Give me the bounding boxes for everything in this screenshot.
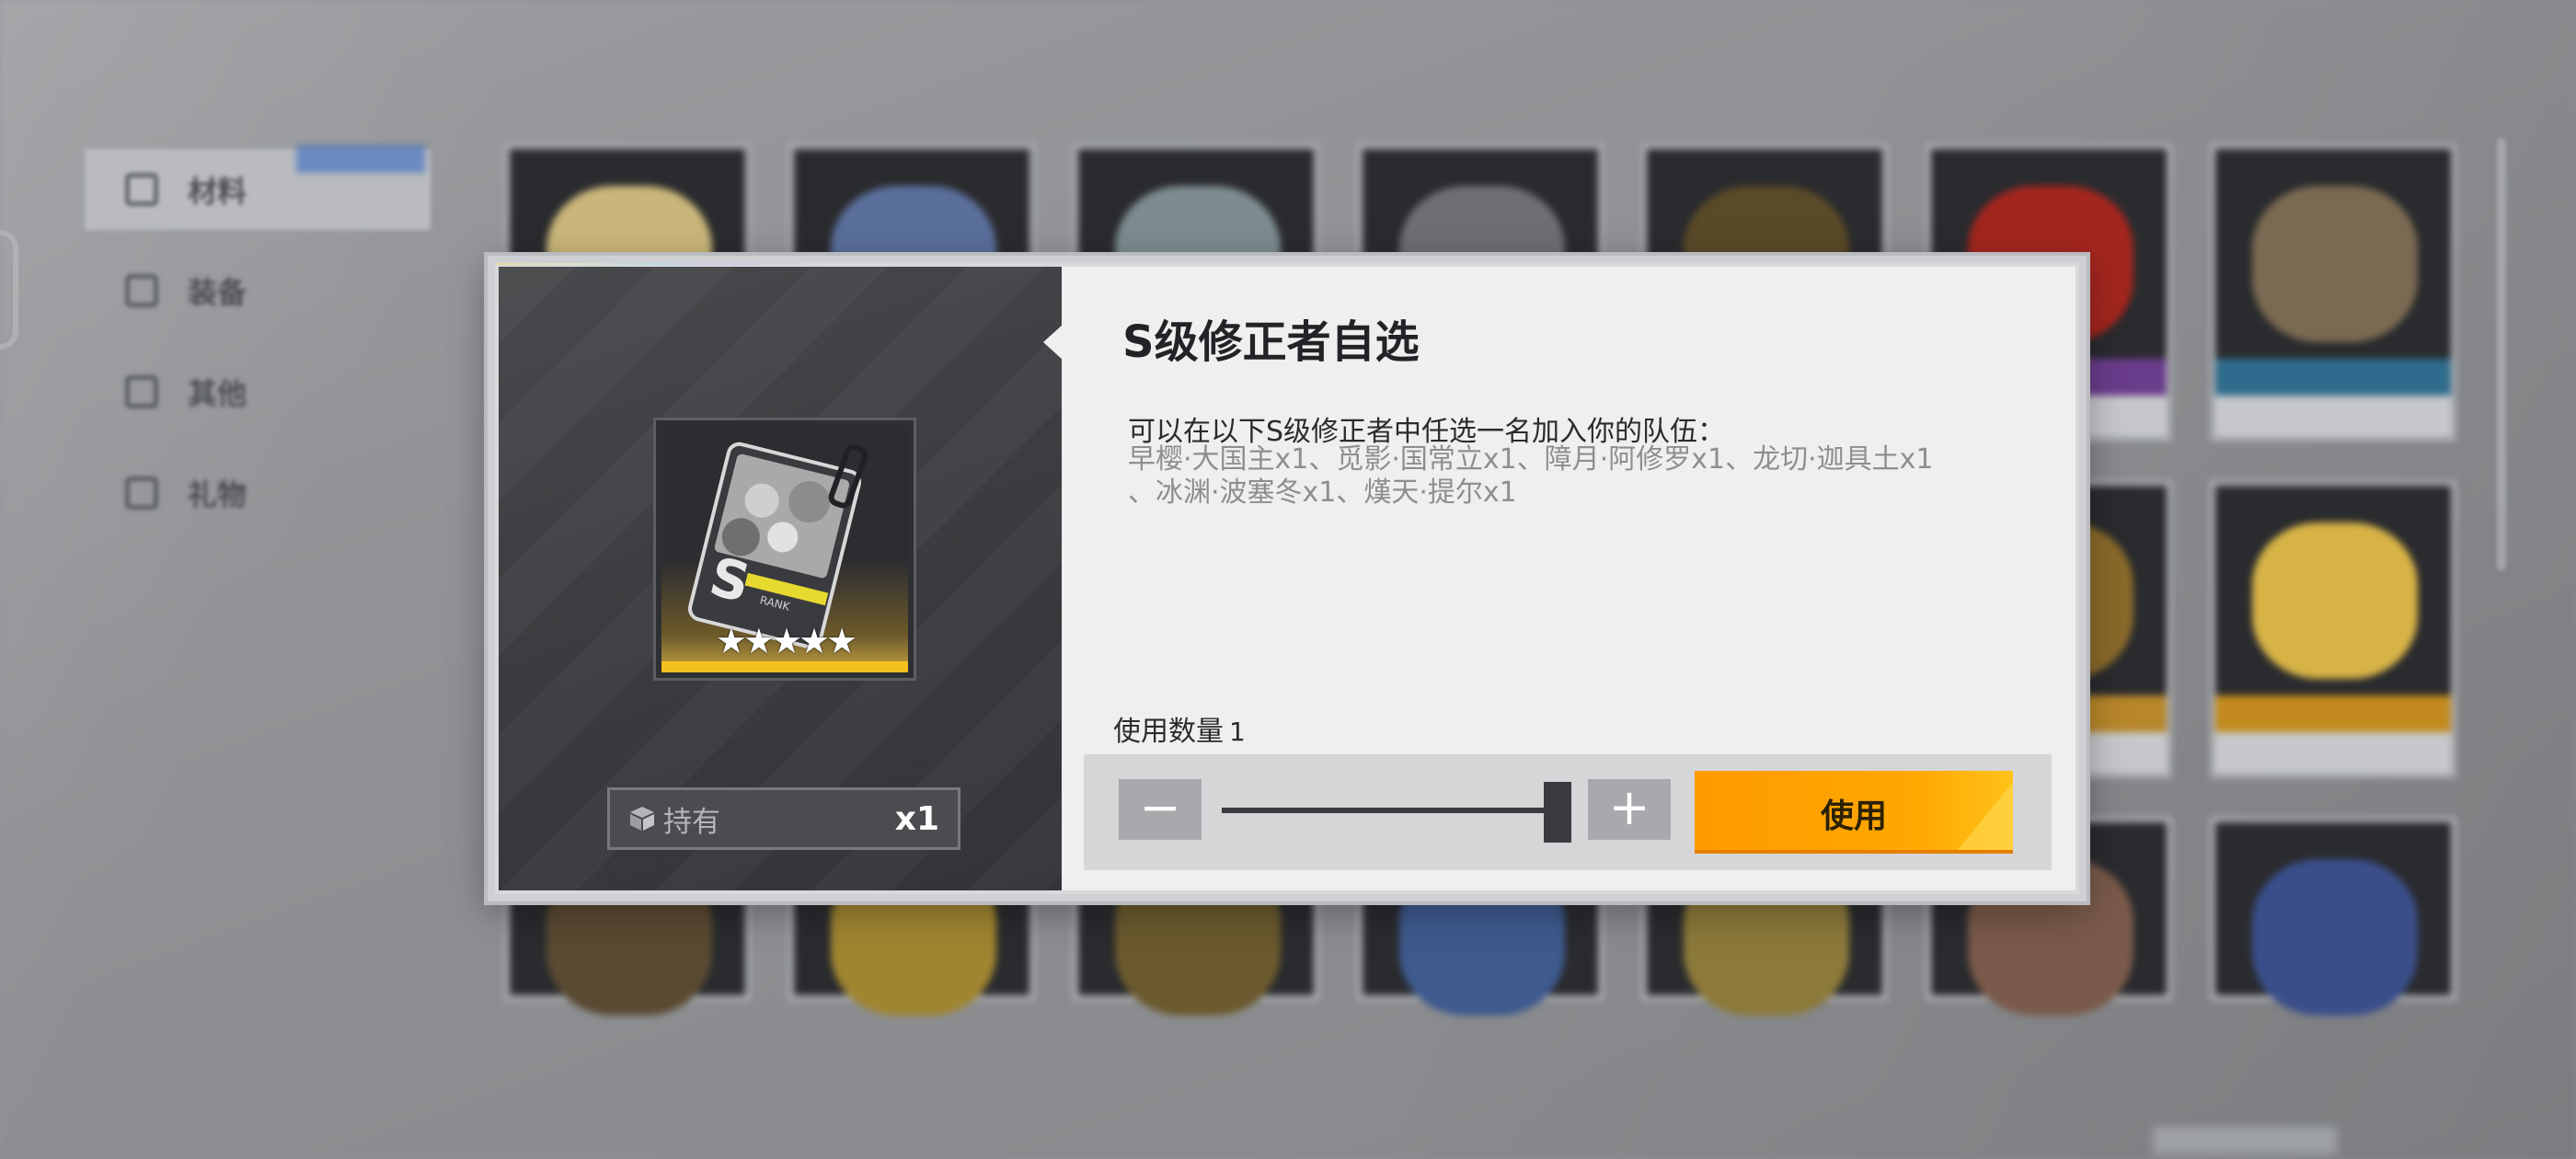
gift-icon <box>125 476 158 510</box>
materials-icon <box>125 173 158 206</box>
side-nav-item-other[interactable]: 其他 <box>85 351 431 432</box>
panel-pointer <box>1043 324 1064 361</box>
options-line: 、冰渊·波塞冬x1、熯天·提尔x1 <box>1128 476 1517 509</box>
side-nav-label: 材料 <box>188 174 247 209</box>
owned-label: 持有 <box>663 805 720 839</box>
inventory-side-nav: 材料 装备 其他 礼物 <box>85 145 431 554</box>
equipment-icon <box>125 274 158 307</box>
increase-button[interactable]: + <box>1588 779 1671 840</box>
quantity-controls: − + 使用 <box>1084 754 2052 870</box>
rarity-line <box>661 661 908 672</box>
quantity-slider[interactable] <box>1222 808 1549 813</box>
slider-handle[interactable] <box>1544 782 1571 843</box>
side-nav-label: 其他 <box>188 376 247 411</box>
item-preview-panel: S RANK ★★★★★ 持有 x1 <box>499 267 1062 890</box>
item-options-list: 早樱·大国主x1、觅影·国常立x1、障月·阿修罗x1、龙切·迦具土x1 、冰渊·… <box>1128 443 2030 510</box>
s-rank-card-icon: S RANK ★★★★★ <box>661 426 908 672</box>
quantity-label-row: 使用数量 1 <box>1113 708 1246 749</box>
inventory-tile[interactable] <box>2210 143 2456 442</box>
side-nav-item-equipment[interactable]: 装备 <box>85 250 431 331</box>
item-icon-frame: S RANK ★★★★★ <box>653 418 916 681</box>
background-button <box>2153 1127 2337 1154</box>
rainbow-accent-line <box>488 256 819 265</box>
inventory-scrollbar[interactable] <box>2497 138 2506 570</box>
side-nav-item-materials[interactable]: 材料 <box>85 145 431 230</box>
decrease-button[interactable]: − <box>1119 779 1202 840</box>
side-nav-item-gifts[interactable]: 礼物 <box>85 453 431 534</box>
inventory-tile[interactable] <box>2210 817 2456 1016</box>
cube-icon <box>630 807 654 831</box>
back-ring-decoration <box>0 230 18 350</box>
owned-count: x1 <box>894 799 939 838</box>
card-rank-text: RANK <box>758 593 791 614</box>
use-button-label: 使用 <box>1820 798 1887 835</box>
item-detail-panel: S级修正者自选 可以在以下S级修正者中任选一名加入你的队伍： 早樱·大国主x1、… <box>1043 267 2076 890</box>
item-title: S级修正者自选 <box>1122 316 1420 368</box>
rarity-stars: ★★★★★ <box>715 621 857 661</box>
other-icon <box>125 375 158 408</box>
inventory-tile[interactable] <box>2210 480 2456 778</box>
item-use-dialog: S RANK ★★★★★ 持有 x1 S级修正者自选 可以在以下S级修正者中任选… <box>488 256 2087 901</box>
side-nav-label: 礼物 <box>188 477 247 512</box>
quantity-value: 1 <box>1229 717 1246 747</box>
use-button[interactable]: 使用 <box>1695 771 2013 850</box>
side-nav-label: 装备 <box>188 275 247 310</box>
new-tag-badge <box>296 145 425 173</box>
owned-count-box: 持有 x1 <box>607 787 960 850</box>
options-line: 早樱·大国主x1、觅影·国常立x1、障月·阿修罗x1、龙切·迦具土x1 <box>1128 443 1934 476</box>
quantity-label: 使用数量 <box>1113 716 1224 748</box>
